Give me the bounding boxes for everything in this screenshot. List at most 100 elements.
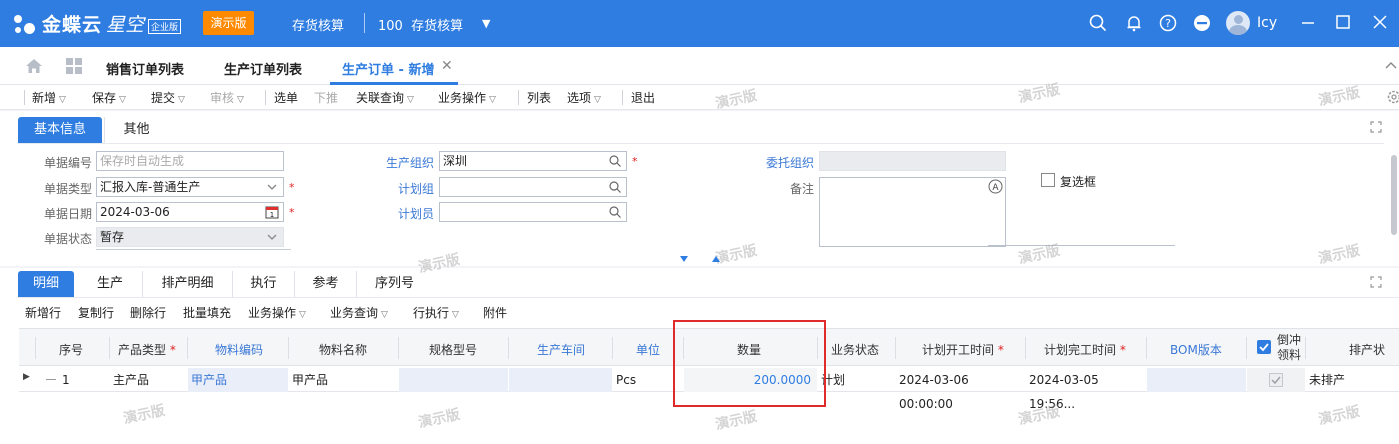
avatar[interactable] (1226, 11, 1250, 35)
cell-material-code[interactable]: 甲产品 (188, 368, 288, 392)
col-material-name[interactable]: 物料名称 (319, 341, 367, 358)
col-backflush[interactable]: 倒冲 领料 (1277, 333, 1301, 363)
push-down-button[interactable]: 下推 (314, 89, 338, 106)
close-window-icon[interactable] (1370, 12, 1390, 32)
bill-date-field[interactable]: 2024-03-06 1 (96, 202, 284, 222)
business-operation-button[interactable]: 业务操作 ▽ (438, 89, 496, 106)
col-seq[interactable]: 序号 (59, 341, 83, 358)
new-button[interactable]: 新增 ▽ (32, 89, 66, 106)
search-icon[interactable] (608, 154, 622, 168)
bill-type-select[interactable]: 汇报入库-普通生产 (96, 177, 284, 197)
batch-fill-button[interactable]: 批量填充 (183, 304, 231, 321)
col-unit[interactable]: 单位 (636, 341, 660, 358)
submit-button[interactable]: 提交 ▽ (151, 89, 185, 106)
logo-icon (12, 11, 38, 37)
audit-button[interactable]: 审核 ▽ (210, 89, 244, 106)
delete-row-button[interactable]: 删除行 (130, 304, 166, 321)
col-spec[interactable]: 规格型号 (429, 341, 477, 358)
plan-group-field[interactable] (439, 177, 627, 197)
tab-detail[interactable]: 明细 (18, 271, 74, 297)
add-row-button[interactable]: 新增行 (25, 304, 61, 321)
bell-icon[interactable] (1124, 13, 1144, 33)
col-plan-start[interactable]: 计划开工时间 * (922, 341, 1004, 358)
help-icon[interactable]: ? (1158, 13, 1178, 33)
cell-spec[interactable] (399, 368, 508, 392)
expand-icon[interactable] (1370, 276, 1382, 288)
tab-execution[interactable]: 执行 (232, 271, 294, 297)
backflush-checkbox[interactable] (1269, 373, 1283, 387)
col-biz-status[interactable]: 业务状态 (831, 341, 879, 358)
cell-material-name[interactable]: 甲产品 (289, 368, 398, 392)
col-schedule-status[interactable]: 排产状 (1349, 341, 1385, 358)
close-tab-icon[interactable]: ✕ (441, 58, 453, 74)
collapse-down-icon[interactable] (679, 255, 689, 263)
tab-basic-info[interactable]: 基本信息 (18, 117, 102, 143)
cell-plan-finish[interactable]: 2024-03-05 19:56... (1026, 368, 1146, 411)
tab-production-order-list[interactable]: 生产订单列表 (224, 59, 302, 78)
remark-textarea[interactable]: A (819, 177, 1006, 247)
exit-button[interactable]: 退出 (631, 89, 655, 106)
col-material-code[interactable]: 物料编码 (215, 341, 263, 358)
cell-seq[interactable]: 1 (59, 368, 109, 392)
font-icon[interactable]: A (988, 179, 1003, 194)
cell-biz-status[interactable]: 计划 (818, 368, 895, 392)
bill-date-label: 单据日期 (43, 207, 92, 221)
cell-schedule-status[interactable]: 未排产 (1306, 368, 1386, 392)
cell-workshop[interactable] (509, 368, 612, 392)
chevron-up-icon[interactable] (1385, 61, 1397, 69)
tab-schedule-detail[interactable]: 排产明细 (142, 271, 232, 297)
search-icon[interactable] (608, 180, 622, 194)
main-toolbar: 新增 ▽ 保存 ▽ 提交 ▽ 审核 ▽ 选单 下推 关联查询 ▽ 业务操作 ▽ 列表 选项 ▽… (0, 85, 1399, 110)
maximize-icon[interactable] (1333, 12, 1353, 32)
backflush-checkbox-all[interactable] (1257, 340, 1271, 354)
planner-label[interactable]: 计划员 (370, 205, 434, 222)
column-divider (398, 337, 399, 359)
org-selector[interactable]: 100 存货核算 (378, 15, 463, 34)
bill-no-field[interactable]: 保存时自动生成 (96, 151, 284, 171)
checkbox[interactable] (1041, 173, 1055, 187)
username[interactable]: Icy (1257, 15, 1277, 31)
tab-production-order-new[interactable]: 生产订单 - 新增 (342, 59, 434, 78)
expand-up-icon[interactable] (711, 255, 721, 263)
kingdee-logo[interactable]: 金蝶云 星空 企业版 (12, 10, 182, 37)
cell-backflush[interactable] (1247, 368, 1305, 392)
copy-row-button[interactable]: 复制行 (78, 304, 114, 321)
more-icon[interactable] (1192, 13, 1212, 33)
cell-product-type[interactable]: 主产品 (110, 368, 187, 392)
col-plan-finish[interactable]: 计划完工时间 * (1044, 341, 1126, 358)
home-icon[interactable] (25, 58, 43, 74)
select-bill-button[interactable]: 选单 (274, 89, 298, 106)
entrust-org-label[interactable]: 委托组织 (740, 154, 814, 171)
col-product-type[interactable]: 产品类型 * (118, 341, 176, 358)
cell-plan-start[interactable]: 2024-03-06 00:00:00 (896, 368, 1025, 411)
col-workshop[interactable]: 生产车间 (537, 341, 585, 358)
app-grid-icon[interactable] (66, 58, 82, 74)
cell-bom-version[interactable] (1147, 368, 1246, 392)
scrollbar[interactable] (1390, 155, 1398, 235)
settings-icon[interactable] (1385, 89, 1399, 105)
caret-down-icon[interactable]: ▼ (482, 17, 490, 30)
prod-org-label[interactable]: 生产组织 (370, 154, 434, 171)
minimize-icon[interactable] (1298, 12, 1318, 32)
tab-reference[interactable]: 参考 (294, 271, 356, 297)
col-bom-version[interactable]: BOM版本 (1170, 341, 1222, 358)
search-icon[interactable] (1088, 13, 1108, 33)
save-button[interactable]: 保存 ▽ (92, 89, 126, 106)
attachment-button[interactable]: 附件 (483, 304, 507, 321)
business-query-button[interactable]: 业务查询 ▽ (330, 304, 388, 321)
calendar-icon[interactable]: 1 (265, 205, 279, 219)
options-button[interactable]: 选项 ▽ (567, 89, 601, 106)
search-icon[interactable] (608, 205, 622, 219)
row-execute-button[interactable]: 行执行 ▽ (413, 304, 459, 321)
tab-other[interactable]: 其他 (104, 117, 168, 143)
tab-sales-order-list[interactable]: 销售订单列表 (106, 59, 184, 78)
detail-business-op-button[interactable]: 业务操作 ▽ (248, 304, 306, 321)
module-name[interactable]: 存货核算 (292, 15, 344, 34)
tab-production[interactable]: 生产 (78, 271, 142, 297)
expand-icon[interactable] (1370, 121, 1382, 133)
linked-query-button[interactable]: 关联查询 ▽ (356, 89, 414, 106)
plan-group-label[interactable]: 计划组 (370, 180, 434, 197)
planner-field[interactable] (439, 202, 627, 222)
list-button[interactable]: 列表 (527, 89, 551, 106)
prod-org-field[interactable]: 深圳 (439, 151, 627, 171)
